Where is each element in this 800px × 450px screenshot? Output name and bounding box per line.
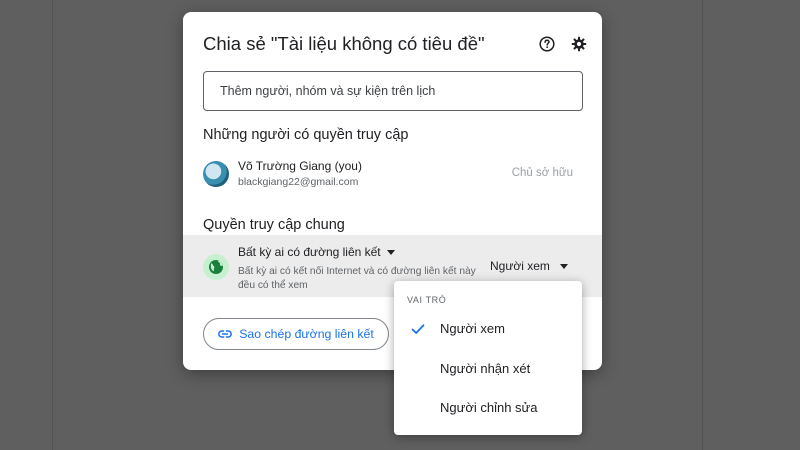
general-access-heading: Quyền truy cập chung — [203, 217, 345, 233]
role-menu-header: VAI TRÒ — [407, 295, 447, 305]
role-option-label: Người xem — [440, 321, 505, 336]
document-edge-left — [52, 0, 53, 450]
link-icon — [218, 330, 233, 338]
add-people-input[interactable] — [203, 71, 583, 111]
chevron-down-icon — [386, 249, 395, 255]
dialog-title: Chia sẻ "Tài liệu không có tiêu đề" — [203, 33, 485, 54]
owner-role-label: Chủ sở hữu — [511, 167, 573, 179]
role-option-commenter[interactable]: Người nhận xét — [394, 351, 582, 387]
person-row: Võ Trường Giang (you) blackgiang22@gmail… — [203, 159, 583, 193]
role-option-label: Người chỉnh sửa — [440, 400, 538, 415]
general-role-dropdown[interactable]: Người xem — [490, 259, 568, 273]
general-role-label: Người xem — [490, 259, 550, 273]
link-access-label: Bất kỳ ai có đường liên kết — [238, 245, 381, 259]
copy-link-label: Sao chép đường liên kết — [239, 327, 374, 341]
gear-icon — [571, 36, 587, 52]
help-circle-icon — [539, 36, 555, 52]
checkmark-icon — [411, 324, 425, 334]
person-name: Võ Trường Giang (you) — [238, 159, 362, 173]
globe-icon — [209, 260, 223, 274]
document-edge-right — [702, 0, 703, 450]
copy-link-button[interactable]: Sao chép đường liên kết — [203, 318, 389, 350]
globe-icon-badge — [203, 254, 229, 280]
avatar — [203, 161, 229, 187]
people-with-access-heading: Những người có quyền truy cập — [203, 127, 409, 143]
role-option-label: Người nhận xét — [440, 361, 531, 376]
person-email: blackgiang22@gmail.com — [238, 176, 359, 188]
chevron-down-icon — [559, 263, 568, 269]
role-option-editor[interactable]: Người chỉnh sửa — [394, 390, 582, 426]
settings-button[interactable] — [569, 34, 589, 54]
role-menu: VAI TRÒ Người xem Người nhận xét Người c… — [394, 281, 582, 435]
help-button[interactable] — [537, 34, 557, 54]
link-access-dropdown[interactable]: Bất kỳ ai có đường liên kết — [238, 245, 395, 259]
role-option-viewer[interactable]: Người xem — [394, 311, 582, 347]
